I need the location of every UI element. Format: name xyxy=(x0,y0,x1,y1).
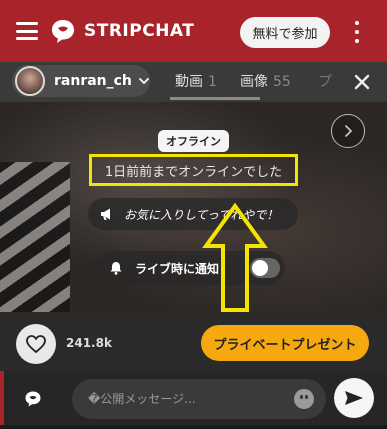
tab-images-label: 画像 xyxy=(240,74,268,90)
annotation-arrow xyxy=(202,202,268,312)
tab-images-count: 55 xyxy=(273,74,291,90)
like-count: 241.8k xyxy=(66,336,112,350)
join-free-button[interactable]: 無料で参加 xyxy=(240,17,330,48)
like-button[interactable] xyxy=(16,324,56,364)
brand-logo[interactable]: STRIPCHAT xyxy=(50,18,194,44)
tab-videos-count: 1 xyxy=(208,74,217,90)
send-icon xyxy=(345,391,363,405)
megaphone-icon xyxy=(101,208,110,220)
stripchat-logo-icon xyxy=(52,20,74,43)
emoji-icon[interactable] xyxy=(294,389,314,409)
avatar xyxy=(15,66,45,96)
next-stream-button[interactable] xyxy=(331,114,365,148)
username: ranran_ch xyxy=(54,73,132,89)
close-button[interactable] xyxy=(337,62,387,102)
public-message-input[interactable] xyxy=(88,388,288,410)
user-dropdown[interactable]: ranran_ch xyxy=(12,65,150,97)
kebab-icon[interactable] xyxy=(353,21,361,43)
tab-scroll-indicator xyxy=(170,97,260,100)
brand-name: STRIPCHAT xyxy=(84,21,195,41)
chat-input-container xyxy=(72,379,326,419)
tab-images[interactable]: 画像 55 xyxy=(240,71,291,91)
tab-videos[interactable]: 動画 1 xyxy=(175,71,217,91)
top-header: STRIPCHAT 無料で参加 xyxy=(0,0,387,62)
heart-icon xyxy=(26,335,46,354)
tab-partial[interactable]: プ xyxy=(318,71,332,91)
action-row: 241.8k プライベートプレゼント xyxy=(0,316,387,371)
private-gift-button[interactable]: プライベートプレゼント xyxy=(201,325,369,361)
chevron-down-icon xyxy=(139,78,149,85)
bottom-edge xyxy=(0,425,387,429)
offline-badge: オフライン xyxy=(158,130,229,152)
send-button[interactable] xyxy=(334,378,374,418)
last-online-message: 1日前前までオンラインでした xyxy=(89,154,298,186)
profile-tab-bar: ranran_ch 動画 1 画像 55 プ xyxy=(0,62,387,102)
close-icon xyxy=(354,74,370,90)
bell-icon xyxy=(110,262,122,275)
tab-videos-label: 動画 xyxy=(175,74,203,90)
hamburger-icon[interactable] xyxy=(16,22,38,40)
chat-bubble-icon[interactable] xyxy=(24,390,42,408)
chat-bar xyxy=(0,371,387,429)
chevron-right-icon xyxy=(345,125,353,137)
video-player[interactable]: オフライン 1日前前までオンラインでした お気に入りしてってれやで！ ライブ時に… xyxy=(0,102,387,316)
